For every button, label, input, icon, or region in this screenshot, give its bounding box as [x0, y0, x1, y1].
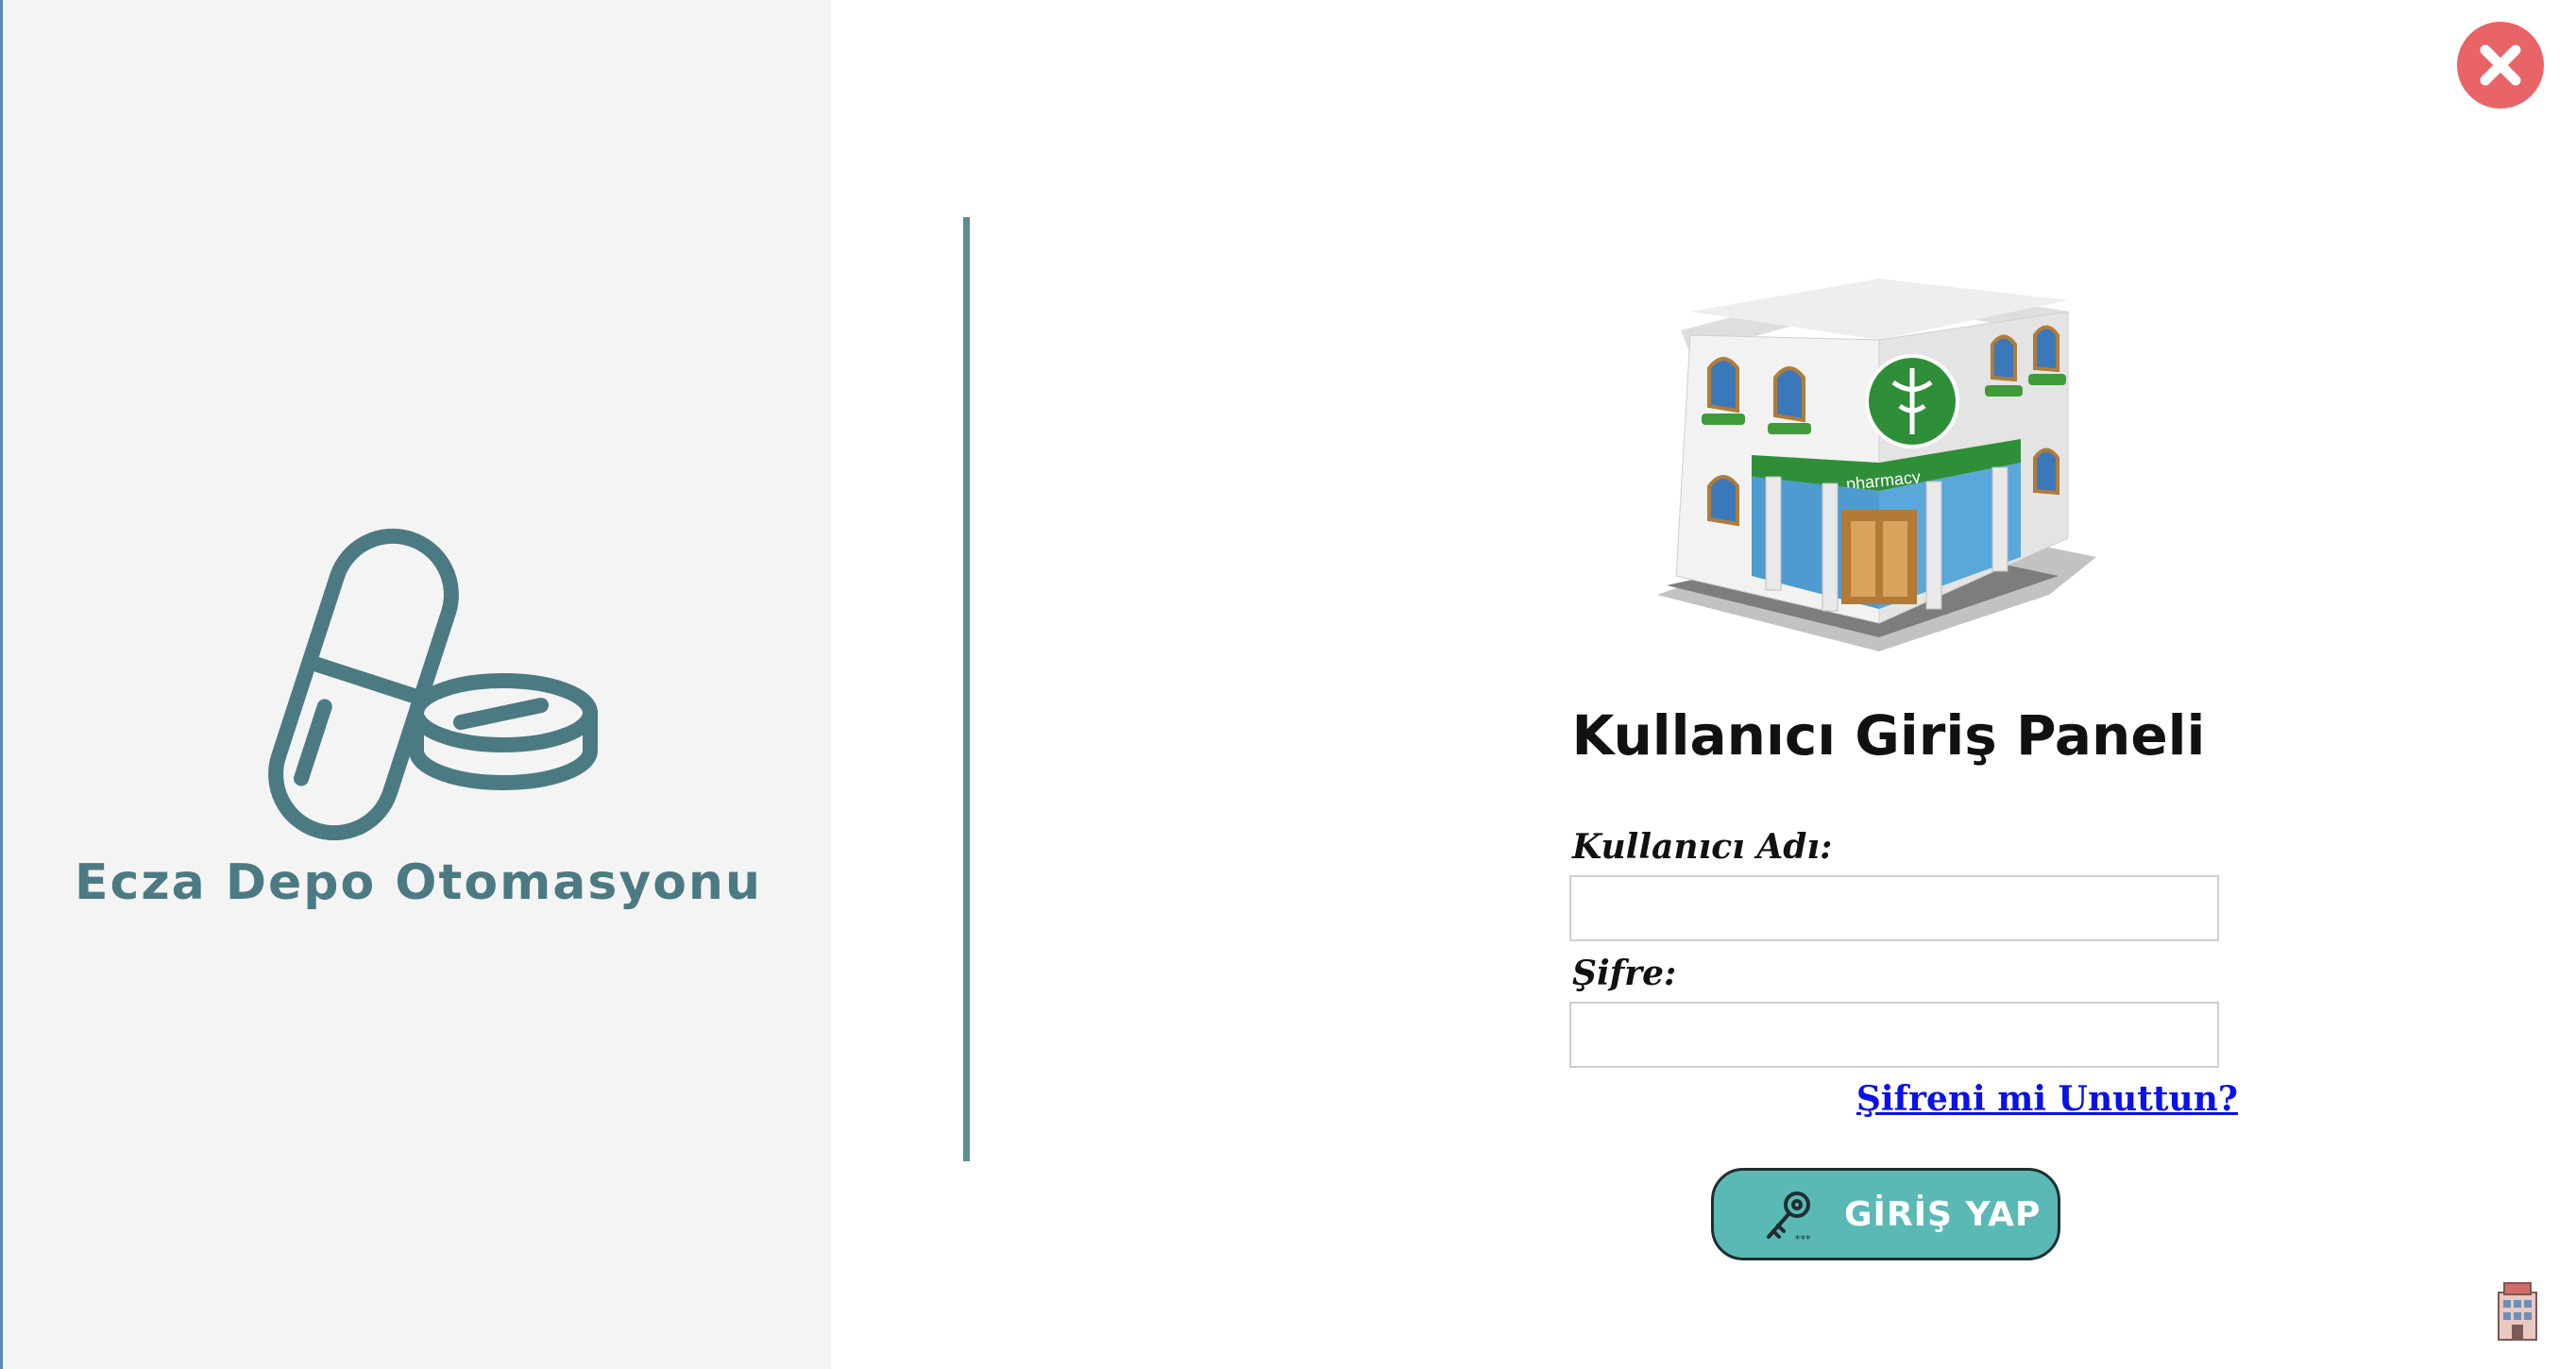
- login-button[interactable]: *** GİRİŞ YAP: [1711, 1168, 2060, 1260]
- close-icon: [2480, 44, 2521, 86]
- username-input[interactable]: [1569, 875, 2219, 941]
- page-title: Kullanıcı Giriş Paneli: [1571, 703, 2206, 768]
- brand-panel: Ecza Depo Otomasyonu: [0, 0, 831, 1369]
- app-title: Ecza Depo Otomasyonu: [75, 854, 762, 911]
- username-label: Kullanıcı Adı:: [1572, 827, 1833, 867]
- divider: [963, 217, 970, 1161]
- close-button[interactable]: [2457, 22, 2544, 109]
- password-label: Şifre:: [1572, 954, 1677, 993]
- password-input[interactable]: [1569, 1002, 2219, 1068]
- building-icon: [2498, 1282, 2537, 1341]
- key-icon: ***: [1767, 1192, 1811, 1244]
- forgot-password-link[interactable]: Şifreni mi Unuttun?: [1856, 1079, 2238, 1119]
- login-button-label: GİRİŞ YAP: [1844, 1195, 2042, 1234]
- pharmacy-building-image: pharmacy: [1657, 279, 2096, 651]
- svg-text:***: ***: [1795, 1233, 1811, 1244]
- pills-icon: [268, 528, 598, 840]
